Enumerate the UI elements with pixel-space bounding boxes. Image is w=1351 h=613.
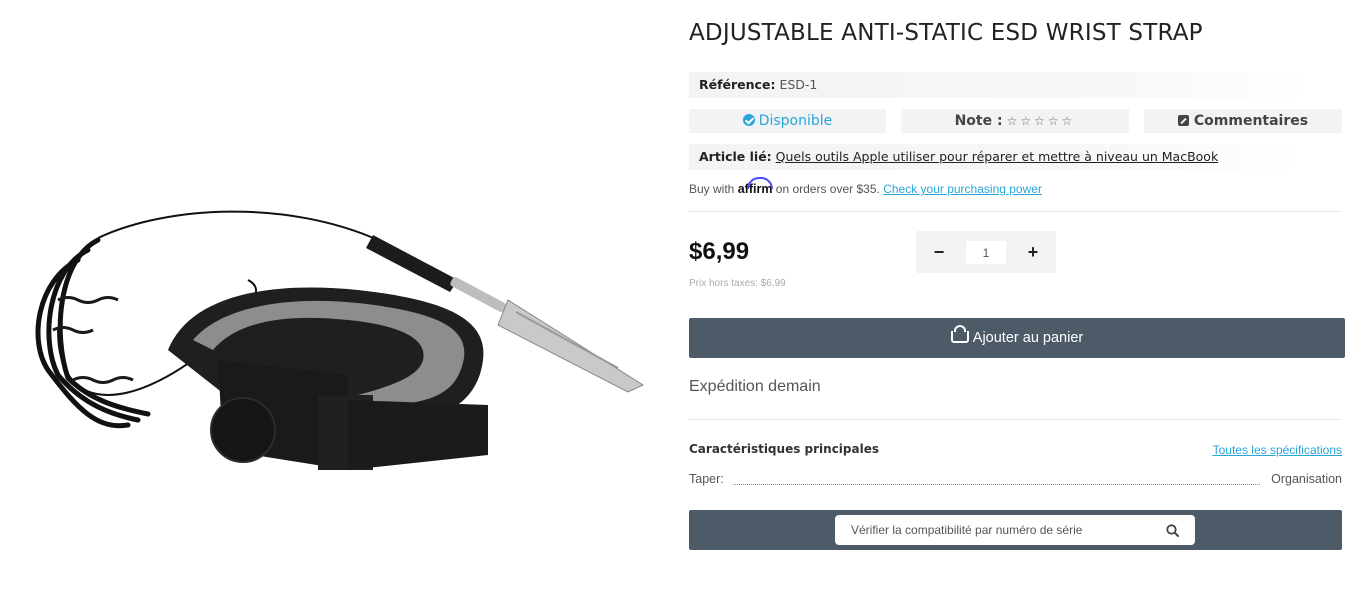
product-image-area[interactable] [0,0,670,613]
comments-button[interactable]: Commentaires [1144,109,1342,133]
product-image[interactable] [18,200,658,500]
comments-label: Commentaires [1193,113,1309,129]
reference-value: ESD-1 [779,77,818,92]
add-to-cart-label: Ajouter au panier [972,330,1084,346]
add-to-cart-button[interactable]: Ajouter au panier [689,318,1345,358]
affirm-purchasing-power-link[interactable]: Check your purchasing power [883,182,1042,196]
related-article-row: Article lié: Quels outils Apple utiliser… [689,144,1299,170]
reference-row: Référence: ESD-1 [689,72,1309,98]
affirm-prefix: Buy with [689,182,735,196]
availability-badge: Disponible [689,109,886,133]
related-article-link[interactable]: Quels outils Apple utiliser pour réparer… [776,149,1219,164]
shipping-info: Expédition demain [689,378,821,395]
rating-stars-icon[interactable]: ☆☆☆☆☆ [1007,114,1076,128]
quantity-decrease-button[interactable]: − [919,231,959,273]
product-title: ADJUSTABLE ANTI-STATIC ESD WRIST STRAP [689,20,1203,46]
check-circle-icon [742,114,755,126]
affirm-promo: Buy with affirm on orders over $35. Chec… [689,182,1042,196]
serial-search-input[interactable] [835,515,1151,545]
specs-title: Caractéristiques principales [689,442,879,456]
rating-label: Note : [954,113,1003,129]
all-specs-link[interactable]: Toutes les spécifications [1213,443,1342,457]
spec-row-leader [733,484,1260,485]
serial-search-box [835,515,1195,545]
product-price: $6,99 [689,238,750,265]
rating-box[interactable]: Note : ☆☆☆☆☆ [901,109,1129,133]
affirm-logo: affirm [737,182,773,196]
serial-check-bar [689,510,1342,550]
price-excl-tax: Prix hors taxes: $6,99 [689,278,786,289]
related-article-label: Article lié: [699,149,772,164]
divider [689,419,1341,420]
basket-icon [950,325,969,343]
affirm-suffix: on orders over $35. [775,182,880,196]
reference-label: Référence: [699,77,776,92]
spec-value: Organisation [1271,472,1342,486]
search-icon[interactable] [1166,524,1179,537]
availability-text: Disponible [758,113,833,129]
edit-icon [1177,115,1189,126]
spec-key: Taper: [689,472,724,486]
quantity-input[interactable] [966,241,1006,264]
quantity-increase-button[interactable]: + [1013,231,1053,273]
divider [689,211,1341,212]
quantity-stepper: − + [916,231,1056,273]
